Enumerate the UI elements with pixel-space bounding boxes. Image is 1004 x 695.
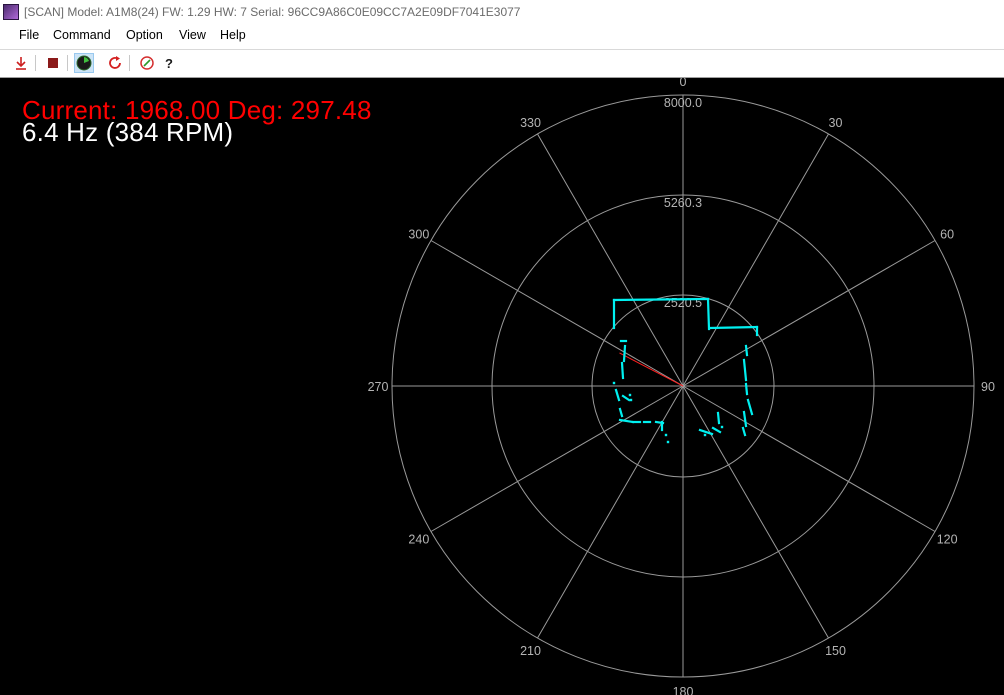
scan-frequency: 6.4 Hz (384 RPM) (22, 117, 234, 147)
angle-label: 330 (520, 116, 541, 130)
scan-segment (708, 325, 759, 330)
scan-point (612, 381, 616, 385)
scan-segment (742, 410, 748, 428)
compass-icon (140, 56, 154, 70)
scan-viewport[interactable]: 0 30 60 90 120 150 180 210 240 270 300 330 8000.0 526… (0, 77, 1004, 695)
angle-label: 60 (940, 228, 954, 242)
menu-view[interactable]: View (179, 28, 206, 42)
scan-segment (744, 344, 749, 357)
angle-label: 300 (408, 228, 429, 242)
calibrate-button[interactable] (137, 53, 157, 73)
menu-help[interactable]: Help (220, 28, 246, 42)
toolbar-separator (35, 55, 36, 71)
angle-spoke (430, 240, 684, 387)
download-icon (16, 57, 26, 70)
scan-segment (742, 358, 748, 382)
scan-segment (614, 388, 621, 402)
scan-point (628, 393, 632, 397)
angle-spoke (682, 133, 829, 387)
scan-segment (622, 344, 627, 363)
scan-point (720, 425, 724, 429)
reset-button[interactable] (105, 53, 125, 73)
menu-command[interactable]: Command (53, 28, 111, 42)
stop-button[interactable] (43, 53, 63, 73)
menu-bar: File Command Option View Help (0, 24, 1004, 48)
scan-point (703, 433, 707, 437)
scan-segment (741, 426, 747, 437)
angle-spoke (430, 385, 684, 532)
scan-segment (706, 297, 711, 331)
angle-label: 240 (408, 533, 429, 547)
angle-label: 90 (981, 380, 995, 394)
angle-label: 120 (937, 533, 958, 547)
angle-label: 0 (680, 78, 687, 89)
angle-spoke (537, 133, 684, 387)
menu-file[interactable]: File (19, 28, 39, 42)
scan-segment (621, 394, 631, 402)
scan-segment (711, 426, 722, 434)
range-ring-label: 5260.3 (664, 196, 702, 210)
scan-segment (716, 411, 721, 425)
angle-label: 270 (368, 380, 389, 394)
window-title: [SCAN] Model: A1M8(24) FW: 1.29 HW: 7 Se… (24, 5, 521, 19)
start-scan-button[interactable] (11, 53, 31, 73)
help-icon[interactable]: ? (159, 53, 179, 73)
scan-segment (620, 361, 625, 380)
scan-point (664, 433, 668, 437)
scan-segment (612, 297, 710, 302)
toolbar-separator (129, 55, 130, 71)
title-bar: [SCAN] Model: A1M8(24) FW: 1.29 HW: 7 Se… (0, 0, 1004, 24)
radar-view-button[interactable] (74, 53, 94, 73)
toolbar: ? (0, 49, 1004, 77)
scan-point (666, 440, 670, 444)
angle-spoke (682, 385, 829, 639)
menu-option[interactable]: Option (126, 28, 163, 42)
angle-label: 30 (829, 116, 843, 130)
app-icon (3, 4, 19, 20)
scan-point (629, 398, 633, 402)
scan-segment (698, 428, 714, 436)
scan-segment (746, 398, 754, 416)
angle-label: 210 (520, 644, 541, 658)
range-ring-label: 8000.0 (664, 96, 702, 110)
scan-segment (618, 407, 624, 418)
stop-icon (48, 58, 58, 68)
angle-label: 180 (673, 685, 694, 695)
angle-spoke (682, 385, 936, 532)
scan-segment (744, 382, 749, 396)
toolbar-separator (67, 55, 68, 71)
refresh-icon (109, 56, 121, 69)
angle-label: 150 (825, 644, 846, 658)
radar-icon (76, 55, 92, 71)
angle-spoke (682, 240, 936, 387)
polar-scan-plot: 0 30 60 90 120 150 180 210 240 270 300 330 8000.0 526… (368, 78, 995, 695)
